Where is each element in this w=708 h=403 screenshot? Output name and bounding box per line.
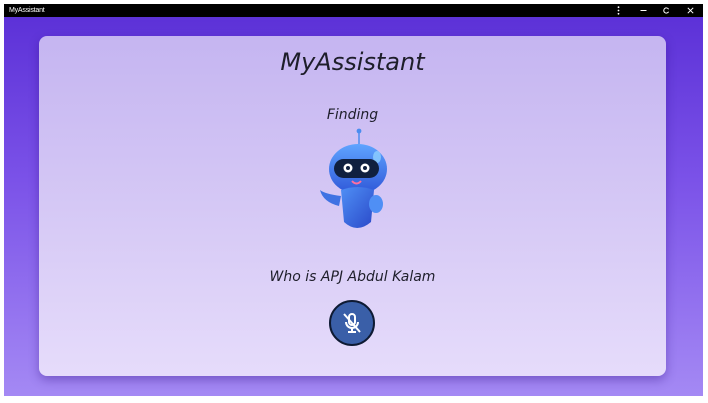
app-window: MyAssistant MyAssistant Finding Who is A… xyxy=(4,4,703,396)
assistant-card: MyAssistant Finding Who is APJ Abdul Kal… xyxy=(39,36,666,376)
close-icon xyxy=(686,7,694,14)
close-button[interactable] xyxy=(679,4,701,17)
restore-icon xyxy=(662,7,669,14)
microphone-off-icon xyxy=(343,313,361,333)
more-options-button[interactable] xyxy=(607,4,629,17)
window-title: MyAssistant xyxy=(9,7,45,14)
query-text: Who is APJ Abdul Kalam xyxy=(269,269,436,285)
status-text: Finding xyxy=(326,107,379,123)
robot-icon xyxy=(320,128,387,228)
minimize-icon xyxy=(640,10,646,11)
minimize-button[interactable] xyxy=(632,4,654,17)
microphone-button[interactable] xyxy=(329,300,375,346)
restore-button[interactable] xyxy=(655,4,677,17)
more-vertical-icon xyxy=(617,6,619,15)
title-bar[interactable]: MyAssistant xyxy=(4,4,703,17)
page-title: MyAssistant xyxy=(280,48,425,76)
